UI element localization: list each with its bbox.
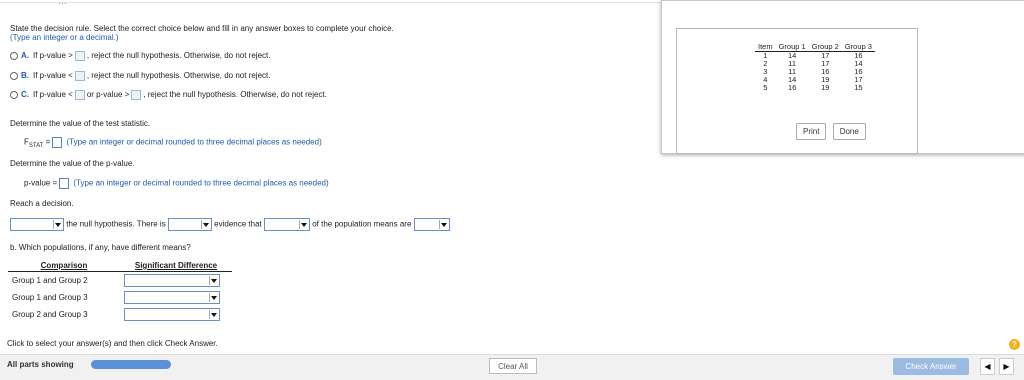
chevron-down-icon bbox=[209, 310, 218, 319]
data-table: Item Group 1 Group 2 Group 3 1 14 17 16 2 11… bbox=[755, 42, 875, 92]
option-c-letter: C. bbox=[21, 90, 29, 100]
comparison-table: Comparison Significant Difference Group … bbox=[8, 260, 232, 323]
data-cell: 5 bbox=[763, 83, 768, 92]
fstat-input[interactable] bbox=[52, 137, 63, 148]
decision-text-3: of the population means are bbox=[312, 219, 412, 229]
chevron-down-icon bbox=[209, 276, 218, 285]
claim-select[interactable] bbox=[264, 218, 310, 231]
option-c-input-lower[interactable] bbox=[74, 90, 85, 100]
done-button[interactable]: Done bbox=[832, 123, 866, 140]
option-b-radio[interactable] bbox=[10, 72, 18, 80]
option-c[interactable]: C. If p-value < or p-value > , reject the n… bbox=[10, 90, 327, 100]
part-b-prompt: b. Which populations, if any, have diffe… bbox=[10, 243, 191, 252]
significance-select[interactable] bbox=[124, 291, 220, 304]
table-row: Group 1 and Group 3 bbox=[8, 289, 232, 306]
quantity-select[interactable] bbox=[413, 218, 450, 231]
option-c-input-upper[interactable] bbox=[131, 90, 142, 100]
fstat-equals: = bbox=[45, 137, 51, 147]
comparison-label: Group 2 and Group 3 bbox=[12, 310, 88, 319]
option-c-suffix: , reject the null hypothesis. Otherwise,… bbox=[143, 90, 327, 100]
significance-select[interactable] bbox=[124, 308, 220, 321]
option-b-prefix: If p-value < bbox=[33, 71, 73, 81]
option-a-suffix: , reject the null hypothesis. Otherwise,… bbox=[86, 51, 271, 61]
chevron-down-icon bbox=[438, 220, 448, 229]
pvalue-input[interactable] bbox=[59, 178, 70, 189]
stat-prompt: Determine the value of the test statisti… bbox=[10, 119, 151, 128]
option-b-input[interactable] bbox=[74, 71, 85, 81]
option-a-radio[interactable] bbox=[10, 52, 18, 60]
chevron-down-icon bbox=[209, 293, 218, 302]
significance-select[interactable] bbox=[124, 274, 220, 287]
option-c-radio[interactable] bbox=[10, 91, 18, 99]
option-b-suffix: , reject the null hypothesis. Otherwise,… bbox=[86, 71, 271, 81]
fstat-row: FSTAT = (Type an integer or decimal roun… bbox=[24, 137, 322, 149]
pvalue-prompt: Determine the value of the p-value. bbox=[10, 159, 135, 168]
clear-all-button[interactable]: Clear All bbox=[489, 358, 537, 374]
data-cell: 15 bbox=[854, 83, 863, 92]
comparison-label: Group 1 and Group 3 bbox=[12, 293, 88, 302]
decision-select[interactable] bbox=[10, 218, 64, 231]
comparison-label: Group 1 and Group 2 bbox=[8, 271, 120, 289]
all-parts-label: All parts showing bbox=[7, 360, 74, 369]
next-arrow-icon[interactable]: ▶ bbox=[999, 358, 1014, 375]
popup-buttons: Print Done bbox=[796, 123, 866, 140]
option-a-letter: A. bbox=[21, 51, 29, 61]
footer-instruction: Click to select your answer(s) and then … bbox=[7, 339, 218, 348]
pvalue-label: p-value = bbox=[24, 178, 58, 188]
chevron-down-icon bbox=[200, 220, 210, 229]
print-button[interactable]: Print bbox=[796, 123, 827, 140]
fstat-subscript: STAT bbox=[28, 143, 44, 150]
significance-header: Significant Difference bbox=[134, 261, 218, 270]
table-row: Group 1 and Group 2 bbox=[8, 271, 232, 289]
decision-text-2: evidence that bbox=[214, 219, 262, 229]
decision-prompt: Reach a decision. bbox=[10, 199, 74, 208]
option-a-input[interactable] bbox=[74, 51, 85, 61]
prev-arrow-icon[interactable]: ◀ bbox=[980, 358, 995, 375]
table-row: Group 2 and Group 3 bbox=[8, 306, 232, 323]
progress-bar bbox=[91, 360, 171, 369]
pvalue-hint: (Type an integer or decimal rounded to t… bbox=[73, 178, 329, 188]
chevron-down-icon bbox=[299, 220, 308, 229]
help-icon[interactable]: ? bbox=[1009, 339, 1020, 350]
data-cell: 19 bbox=[821, 83, 830, 92]
chevron-down-icon bbox=[53, 220, 62, 229]
fstat-hint: (Type an integer or decimal rounded to t… bbox=[66, 137, 322, 147]
comparison-header: Comparison bbox=[40, 261, 88, 270]
option-a-prefix: If p-value > bbox=[33, 51, 73, 61]
decision-row: the null hypothesis. There is evidence t… bbox=[10, 218, 450, 231]
decision-text-1: the null hypothesis. There is bbox=[66, 219, 166, 229]
option-b-letter: B. bbox=[21, 71, 29, 81]
data-cell: 16 bbox=[787, 83, 797, 92]
pvalue-row: p-value = (Type an integer or decimal ro… bbox=[24, 178, 329, 189]
table-row: 5 16 19 15 bbox=[755, 84, 875, 92]
hint-text: (Type an integer or a decimal.) bbox=[10, 33, 119, 42]
option-b[interactable]: B. If p-value < , reject the null hypothes… bbox=[10, 71, 270, 81]
option-c-middle: or p-value > bbox=[86, 90, 130, 100]
option-a[interactable]: A. If p-value > , reject the null hypothes… bbox=[10, 51, 270, 61]
option-c-prefix: If p-value < bbox=[33, 90, 73, 100]
instruction-text: State the decision rule. Select the corr… bbox=[10, 24, 394, 33]
check-answer-button[interactable]: Check Answer bbox=[893, 358, 969, 375]
toolbar-ellipsis[interactable]: … bbox=[58, 0, 68, 6]
evidence-select[interactable] bbox=[167, 218, 212, 231]
